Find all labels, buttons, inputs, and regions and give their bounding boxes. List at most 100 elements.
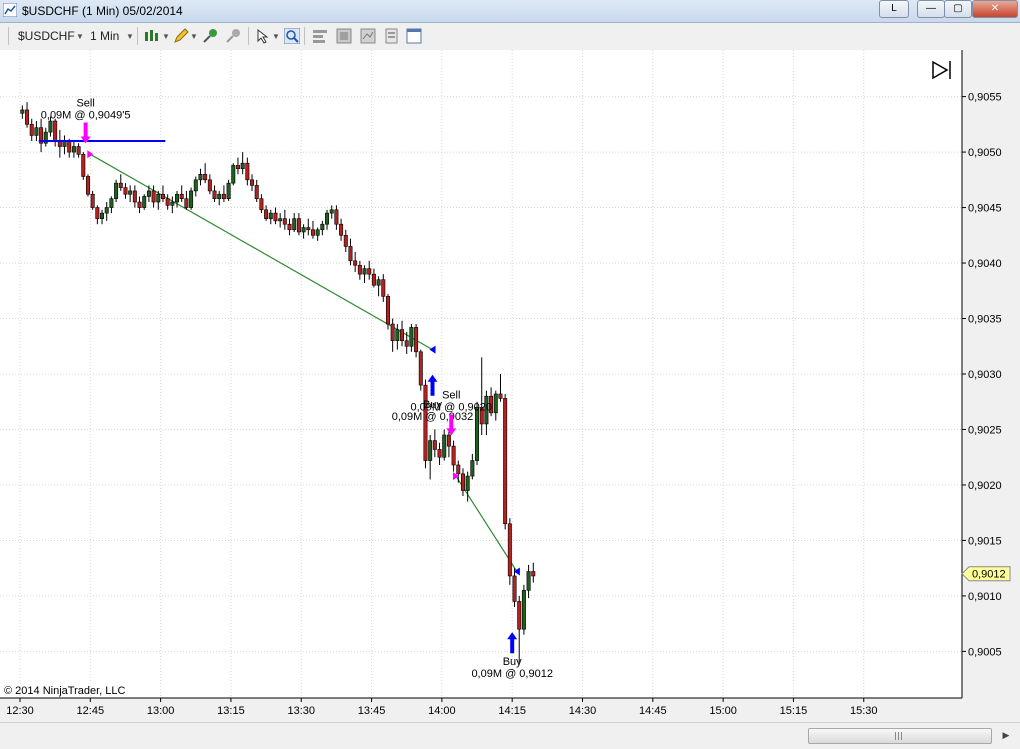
candle-down xyxy=(282,218,287,225)
x-tick-label: 14:30 xyxy=(569,705,597,717)
y-tick-label: 0,9050 xyxy=(968,147,1002,159)
toolbar-separator xyxy=(137,27,138,45)
candle-down xyxy=(367,268,372,275)
x-tick-label: 14:45 xyxy=(639,705,667,717)
x-tick-label: 13:00 xyxy=(147,705,175,717)
candle-down xyxy=(343,235,348,247)
window-panel-icon[interactable] xyxy=(406,28,422,44)
scroll-to-end-icon[interactable] xyxy=(930,60,952,80)
cursor-pointer-icon[interactable] xyxy=(255,28,271,44)
candle-down xyxy=(390,323,395,342)
candle-up xyxy=(109,198,114,208)
candle-up xyxy=(156,193,161,203)
candle-up xyxy=(48,120,53,133)
candle-down xyxy=(446,434,451,447)
candle-down xyxy=(306,227,311,231)
copyright-label: © 2014 NinjaTrader, LLC xyxy=(4,685,125,697)
toolbar-separator xyxy=(304,27,305,45)
x-tick-label: 15:00 xyxy=(709,705,737,717)
y-tick-label: 0,9040 xyxy=(968,258,1002,270)
candle-down xyxy=(90,193,95,208)
candle-up xyxy=(268,212,273,219)
candle-down xyxy=(353,260,358,266)
properties-icon[interactable] xyxy=(336,28,352,44)
pencil-draw-icon[interactable] xyxy=(173,28,189,44)
candle-down xyxy=(381,279,386,297)
candle-up xyxy=(325,212,330,225)
candle-down xyxy=(165,198,170,206)
candle-down xyxy=(451,445,456,466)
candle-down xyxy=(507,523,512,577)
x-tick-label: 14:00 xyxy=(428,705,456,717)
instrument-dropdown-icon[interactable]: ▼ xyxy=(76,32,84,41)
candle-up xyxy=(428,440,433,461)
candle-up xyxy=(114,182,119,199)
candle-down xyxy=(334,209,339,225)
candle-down xyxy=(151,190,156,203)
export-icon[interactable] xyxy=(384,28,400,44)
sell-order-label: 0,09M @ 0,9020 xyxy=(411,401,493,413)
candle-up xyxy=(465,475,470,491)
candle-down xyxy=(123,187,128,195)
buy-label: Buy xyxy=(503,656,522,668)
zoom-icon[interactable] xyxy=(284,28,300,44)
chart-style-dropdown-icon[interactable]: ▼ xyxy=(162,32,170,41)
scroll-right-arrow-icon[interactable]: ▶ xyxy=(998,728,1014,742)
candle-down xyxy=(81,154,86,177)
sell-label: Sell xyxy=(76,98,94,110)
candle-down xyxy=(85,176,90,195)
candle-down xyxy=(517,601,522,630)
chart-area[interactable]: Sell 0,09M @ 0,9049'5 Buy 0,09M @ 0,9032 Sel… xyxy=(0,50,1020,722)
candle-down xyxy=(207,179,212,192)
candle-up xyxy=(170,201,175,206)
templates-icon[interactable] xyxy=(360,28,376,44)
candle-down xyxy=(95,207,100,219)
price-chart[interactable]: Sell0,09M @ 0,9049'5Buy0,09M @ 0,9032Sel… xyxy=(0,50,1020,722)
scrollbar-thumb[interactable] xyxy=(808,728,992,744)
candle-up xyxy=(526,571,531,591)
candle-down xyxy=(460,473,465,491)
buy-order-label: 0,09M @ 0,9012 xyxy=(471,668,553,680)
instrument-selector[interactable]: $USDCHF xyxy=(18,29,75,43)
candle-up xyxy=(376,279,381,286)
candle-up xyxy=(226,182,231,199)
close-button[interactable]: ✕ xyxy=(972,0,1018,18)
drawing-dropdown-icon[interactable]: ▼ xyxy=(190,32,198,41)
candle-up xyxy=(278,218,283,222)
chart-toolbar: $USDCHF ▼ 1 Min ▼ ▼ ▼ ▼ xyxy=(0,23,1020,51)
candle-down xyxy=(414,327,419,353)
candle-down xyxy=(512,575,517,602)
candle-down xyxy=(437,449,442,458)
window-title: $USDCHF (1 Min) 05/02/2014 xyxy=(22,4,183,18)
candle-up xyxy=(20,109,25,114)
data-series-icon[interactable] xyxy=(312,28,328,44)
candle-up xyxy=(189,190,194,208)
x-tick-label: 13:15 xyxy=(217,705,245,717)
maximize-button[interactable]: ▢ xyxy=(944,0,972,18)
candle-down xyxy=(53,120,58,142)
y-tick-label: 0,9020 xyxy=(968,480,1002,492)
interval-dropdown-icon[interactable]: ▼ xyxy=(126,32,134,41)
interval-selector[interactable]: 1 Min xyxy=(90,29,119,43)
minimize-button[interactable]: — xyxy=(917,0,945,18)
candle-down xyxy=(404,340,409,347)
chart-scrollbar[interactable]: ▶ xyxy=(0,722,1020,749)
candle-up xyxy=(146,190,151,197)
candle-up xyxy=(362,268,367,275)
y-tick-label: 0,9030 xyxy=(968,369,1002,381)
candle-up xyxy=(315,229,320,236)
indicator-plus-icon[interactable] xyxy=(203,28,219,44)
cursor-dropdown-icon[interactable]: ▼ xyxy=(272,32,280,41)
strategy-icon[interactable] xyxy=(226,28,242,44)
x-tick-label: 15:30 xyxy=(850,705,878,717)
x-tick-label: 12:45 xyxy=(77,705,105,717)
candle-down xyxy=(296,218,301,233)
candle-down xyxy=(25,109,30,125)
current-price-label: 0,9012 xyxy=(972,569,1006,581)
x-tick-label: 12:30 xyxy=(6,705,34,717)
y-tick-label: 0,9015 xyxy=(968,535,1002,547)
link-button[interactable]: L xyxy=(879,0,909,18)
candle-down xyxy=(310,229,315,236)
candle-down xyxy=(137,201,142,208)
chart-style-icon[interactable] xyxy=(144,28,160,44)
